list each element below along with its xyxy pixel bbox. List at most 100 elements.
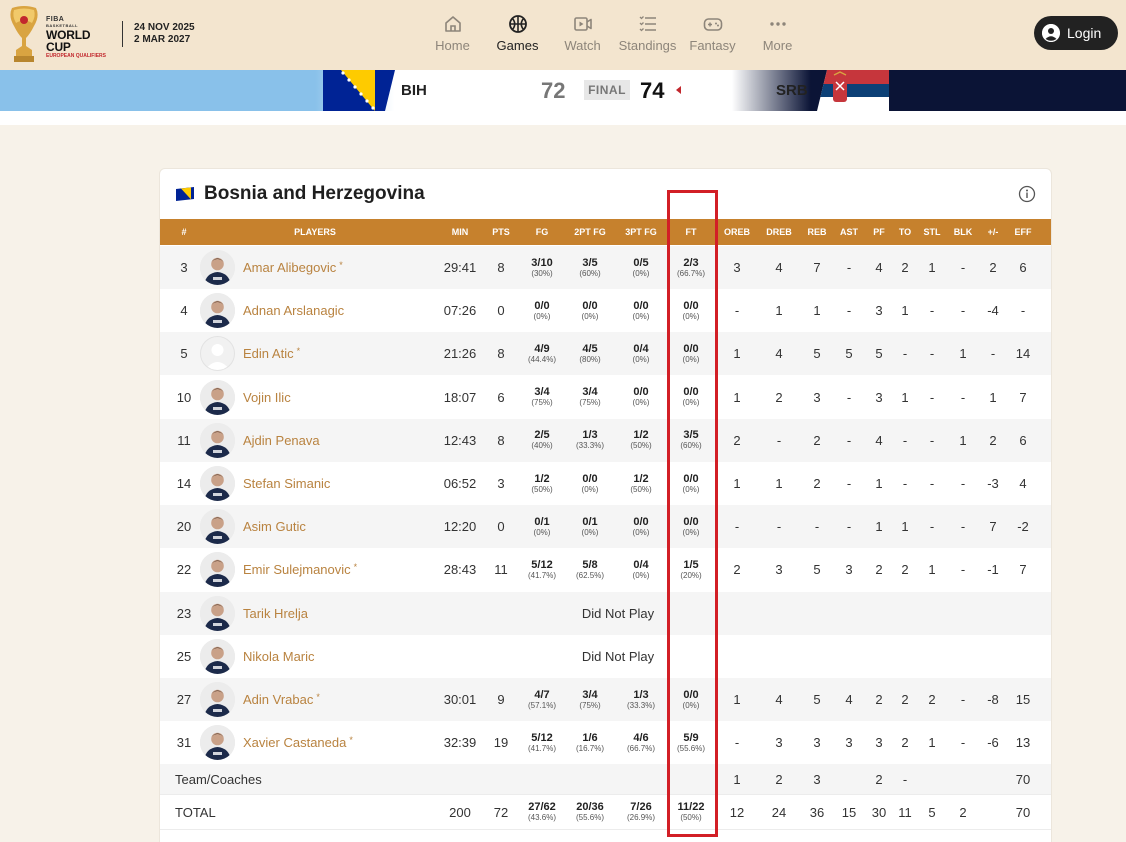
stat-fg3: 4/6 (66.7%): [627, 721, 655, 764]
team-stat-oreb: 1: [733, 771, 741, 787]
table-row: 20 Asim Gutic 12:20 0 0/1 (0%) 0/1 (0%) 0/0 (0%) 0…: [160, 505, 1051, 549]
stat-stl: -: [929, 346, 935, 362]
stat-fg2: 1/6 (16.7%): [576, 721, 604, 764]
player-avatar[interactable]: [200, 552, 235, 588]
stat-to: 1: [901, 303, 909, 319]
stat-fg2-pct: (33.3%): [575, 441, 605, 451]
col-header-min: MIN: [451, 227, 469, 237]
nav-home[interactable]: Home: [420, 14, 485, 58]
login-button[interactable]: Login: [1034, 16, 1118, 50]
stat-to: 2: [901, 735, 909, 751]
stat-fg2-pct: (75%): [579, 700, 601, 710]
player-avatar[interactable]: [200, 379, 235, 415]
player-avatar[interactable]: [200, 682, 235, 717]
stat-fg3-pct: (0%): [632, 354, 650, 364]
player-name-link[interactable]: Amar Alibegovic *: [243, 246, 343, 289]
stat-ft-pct: (0%): [682, 311, 700, 321]
player-name-link[interactable]: Asim Gutic: [243, 505, 306, 548]
stat-fg2-made: 1/6: [582, 731, 598, 744]
player-avatar[interactable]: [200, 422, 235, 458]
stat-pf: 2: [875, 692, 883, 707]
info-icon[interactable]: [1018, 185, 1036, 203]
away-score: 74: [640, 78, 665, 103]
team-stat-eff: 70: [1015, 771, 1031, 787]
stat-min: 06:52: [443, 476, 477, 491]
nav-watch[interactable]: Watch: [550, 14, 615, 58]
stat-to: 2: [901, 260, 909, 275]
stat-ft-made: 1/5: [683, 558, 699, 571]
stat-stl: -: [929, 432, 935, 448]
stat-fg2: 4/5 (80%): [579, 332, 600, 375]
bih-flag-icon: [323, 70, 395, 111]
score-bar[interactable]: BIH 72 FINAL 74 SRB: [0, 70, 1126, 111]
stat-fg3-pct: (50%): [630, 441, 652, 451]
player-avatar[interactable]: [200, 595, 235, 631]
stat-dreb: 2: [775, 389, 783, 405]
stat-ft-pct: (0%): [682, 700, 700, 710]
player-name-link[interactable]: Adin Vrabac *: [243, 678, 320, 721]
total-stat-pts: 72: [493, 804, 509, 820]
stat-fg2-pct: (60%): [579, 268, 601, 278]
stat-fg2-pct: (75%): [579, 398, 601, 408]
bih-small-flag-icon: [176, 187, 194, 201]
stat-eff: 6: [1019, 432, 1027, 448]
player-name-link[interactable]: Nikola Maric: [243, 635, 315, 678]
stat-fg2-pct: (16.7%): [575, 743, 605, 753]
stat-fg: 2/5 (40%): [531, 419, 552, 462]
player-name-link[interactable]: Stefan Simanic: [243, 462, 330, 505]
player-number: 20: [176, 519, 192, 535]
player-avatar[interactable]: [200, 466, 235, 501]
nav-more[interactable]: More: [745, 14, 810, 58]
stat-fg2-made: 0/0: [582, 472, 598, 485]
player-avatar[interactable]: [200, 638, 235, 674]
player-name-link[interactable]: Adnan Arslanagic: [243, 289, 344, 332]
stat-fg3-made: 0/4: [633, 342, 649, 355]
nav-fantasy[interactable]: Fantasy: [680, 14, 745, 58]
col-header-eff: EFF: [1014, 227, 1032, 237]
stat-fg3-pct: (0%): [632, 527, 650, 537]
player-name-link[interactable]: Edin Atic *: [243, 332, 300, 375]
stat-fg3: 0/0 (0%): [633, 505, 650, 548]
player-number: 5: [180, 346, 188, 362]
player-avatar[interactable]: [200, 250, 235, 285]
stat-fg3-made: 1/3: [633, 688, 649, 701]
stat-plus-minus: -4: [987, 303, 999, 319]
stat-min: 12:20: [443, 519, 477, 535]
table-row: 27 Adin Vrabac * 30:01 9 4/7 (57.1%) 3/4 (75%) 1/…: [160, 678, 1051, 721]
stat-blk: 1: [959, 432, 967, 448]
table-row: 14 Stefan Simanic 06:52 3 1/2 (50%) 0/0 (0%) 1/2…: [160, 462, 1051, 505]
nav-games[interactable]: Games: [485, 14, 550, 58]
player-name-link[interactable]: Emir Sulejmanovic *: [243, 548, 357, 591]
main-nav: Home Games Watch Standings Fantasy More: [420, 14, 810, 58]
srb-flag-icon: [817, 70, 889, 111]
stat-fg: 4/9 (44.4%): [528, 332, 556, 375]
col-header-players: PLAYERS: [294, 227, 336, 237]
stat-fg2-made: 5/8: [582, 558, 598, 571]
stat-ft-made: 0/0: [683, 688, 699, 701]
nav-standings[interactable]: Standings: [615, 14, 680, 58]
player-name-link[interactable]: Vojin Ilic: [243, 376, 291, 419]
fiba-world-cup-logo[interactable]: FIBA BASKETBALL WORLD CUP EUROPEAN QUALI…: [6, 6, 116, 64]
total-stat-fg2-made: 20/36: [576, 801, 604, 814]
total-stat-oreb: 12: [729, 804, 745, 820]
total-row: TOTAL 200 72 27/62 (43.6%) 20/36 (55.6%) 7/26 (2…: [160, 794, 1051, 831]
stat-fg: 0/0 (0%): [534, 289, 551, 332]
stat-fg3-made: 1/2: [633, 429, 649, 442]
player-name-link[interactable]: Ajdin Penava: [243, 419, 320, 462]
player-name-link[interactable]: Xavier Castaneda *: [243, 721, 353, 764]
stat-fg-made: 2/5: [534, 429, 550, 442]
player-avatar[interactable]: [200, 509, 235, 545]
list-icon: [639, 16, 656, 32]
stat-dreb: 4: [775, 260, 783, 275]
player-avatar[interactable]: [200, 336, 235, 372]
player-name-link[interactable]: Tarik Hrelja: [243, 592, 308, 635]
player-avatar[interactable]: [200, 725, 235, 761]
stat-stl: -: [929, 519, 935, 535]
stat-pts: 8: [497, 432, 505, 448]
stat-reb: 3: [813, 389, 821, 405]
team-stat-to: -: [902, 771, 908, 787]
stat-ft-pct: (0%): [682, 398, 700, 408]
stat-pts: 6: [497, 389, 505, 405]
player-avatar[interactable]: [200, 293, 235, 329]
stat-ft: 2/3 (66.7%): [677, 246, 705, 289]
